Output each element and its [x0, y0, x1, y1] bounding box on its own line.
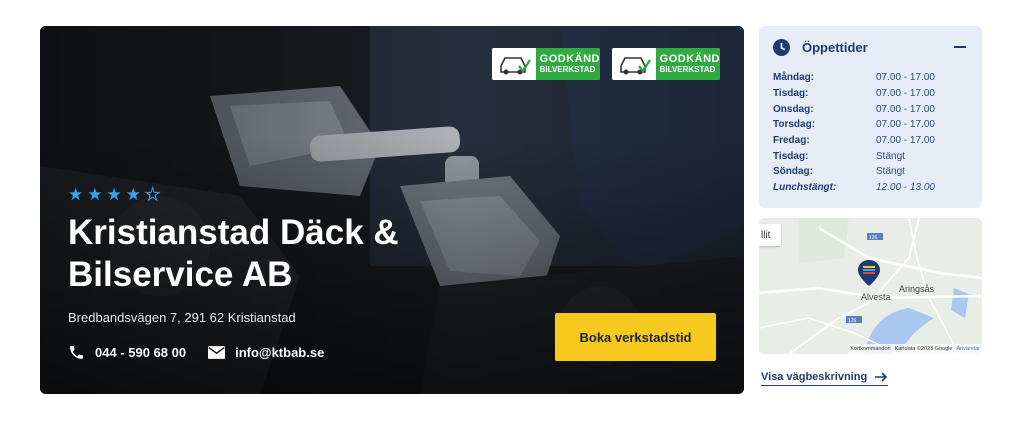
road-label: 126: [848, 318, 857, 324]
day-label: Fredag:: [773, 135, 810, 147]
star-empty-icon: ★: [144, 185, 161, 204]
hours-row: Måndag: 07.00 - 17.00: [773, 70, 968, 86]
day-label: Torsdag:: [773, 119, 816, 131]
directions-label: Visa vägbeskrivning: [761, 371, 868, 383]
badge-title: GODKÄND: [539, 53, 600, 65]
time-value: 07.00 - 17.00: [876, 103, 935, 115]
day-label: Tisdag:: [773, 150, 809, 162]
envelope-icon: [208, 346, 226, 359]
badge-subtitle: BILVERKSTAD: [539, 65, 596, 74]
time-value: Stängt: [876, 166, 905, 178]
opening-hours-list: Måndag: 07.00 - 17.00 Tisdag: 07.00 - 17.0…: [773, 70, 968, 196]
phone-number: 044 - 590 68 00: [95, 345, 187, 360]
hours-row: Söndag: Stängt: [773, 164, 968, 180]
badge-subtitle: BILVERKSTAD: [659, 65, 716, 74]
map-town-label: Alvesta: [861, 292, 891, 302]
time-value: 12.00 - 13.00: [876, 182, 935, 194]
badge-title: GODKÄND: [659, 53, 720, 65]
collapse-icon[interactable]: [952, 39, 968, 55]
hours-row: Tisdag: 07.00 - 17.00: [773, 86, 968, 102]
day-label: Tisdag:: [773, 88, 809, 100]
hours-row: Tisdag: Stängt: [773, 148, 968, 164]
star-filled-icon: ★: [68, 185, 84, 204]
day-label: Söndag:: [773, 166, 813, 178]
star-filled-icon: ★: [106, 185, 122, 204]
day-label: Onsdag:: [773, 103, 814, 115]
time-value: 07.00 - 17.00: [876, 72, 935, 84]
hours-row: Fredag: 07.00 - 17.00: [773, 133, 968, 149]
day-label: Måndag:: [773, 72, 815, 84]
certification-badge: GODKÄND BILVERKSTAD: [492, 48, 600, 80]
map-terms-link[interactable]: Användar: [956, 346, 980, 352]
email-address: info@ktbab.se: [235, 345, 325, 360]
business-address: Bredbandsvägen 7, 291 62 Kristianstad: [68, 310, 296, 325]
location-map[interactable]: 126 126 llit Alvesta Aringsås Kortkomman…: [759, 218, 982, 354]
clock-icon: [773, 38, 790, 56]
certification-badges: GODKÄND BILVERKSTAD GODKÄND BILVERKSTAD: [492, 48, 720, 80]
day-label: Lunchstängt:: [773, 182, 837, 194]
hours-row: Torsdag: 07.00 - 17.00: [773, 117, 968, 133]
star-filled-icon: ★: [125, 185, 141, 204]
opening-hours-panel: Öppettider Måndag: 07.00 - 17.00 Tisdag: 0…: [759, 26, 982, 208]
hero-banner: GODKÄND BILVERKSTAD GODKÄND BILVERKSTAD …: [40, 26, 744, 394]
map-type-toggle[interactable]: llit: [759, 224, 781, 246]
car-check-icon: [492, 48, 536, 80]
keyboard-shortcuts-link[interactable]: Kortkommandon: [850, 346, 890, 352]
time-value: 07.00 - 17.00: [876, 135, 935, 147]
certification-badge: GODKÄND BILVERKSTAD: [612, 48, 720, 80]
map-town-label: Aringsås: [899, 284, 935, 294]
lunch-row: Lunchstängt: 12.00 - 13.00: [773, 180, 968, 196]
time-value: 07.00 - 17.00: [876, 88, 935, 100]
car-check-icon: [612, 48, 656, 80]
opening-hours-header[interactable]: Öppettider: [773, 38, 968, 56]
book-appointment-button[interactable]: Boka verkstadstid: [555, 313, 716, 361]
map-canvas: 126 126: [759, 218, 982, 354]
email-link[interactable]: info@ktbab.se: [208, 345, 324, 360]
star-filled-icon: ★: [87, 185, 103, 204]
time-value: Stängt: [876, 150, 905, 162]
map-attribution: Kortkommandon Kartdata ©2023 Google Anvä…: [848, 344, 982, 354]
time-value: 07.00 - 17.00: [876, 119, 935, 131]
arrow-right-icon: [875, 372, 888, 382]
business-name: Kristianstad Däck & Bilservice AB: [68, 213, 399, 294]
opening-hours-title: Öppettider: [802, 39, 868, 55]
directions-link[interactable]: Visa vägbeskrivning: [761, 371, 889, 386]
contact-info: 044 - 590 68 00 info@ktbab.se: [68, 344, 324, 361]
hours-row: Onsdag: 07.00 - 17.00: [773, 101, 968, 117]
road-label: 126: [869, 235, 878, 241]
phone-link[interactable]: 044 - 590 68 00: [68, 344, 186, 361]
map-data-credit: Kartdata ©2023 Google: [894, 346, 953, 352]
phone-icon: [70, 346, 83, 359]
rating-stars: ★ ★ ★ ★ ★: [68, 185, 161, 204]
